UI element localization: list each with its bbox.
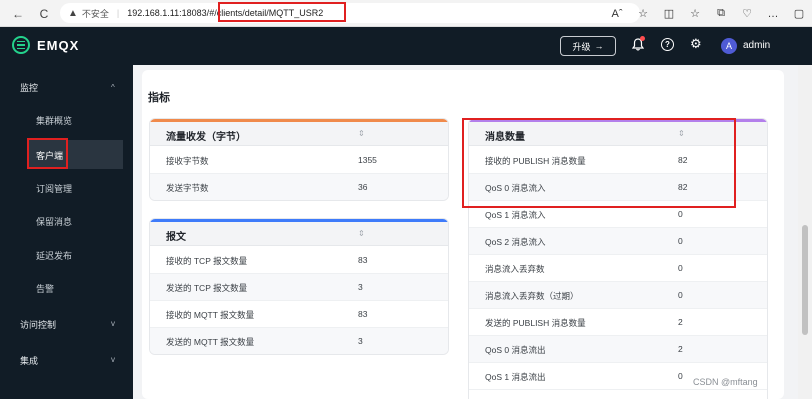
metric-name: QoS 1 消息流出 <box>485 372 546 382</box>
gear-icon[interactable]: ⚙ <box>690 36 702 52</box>
chevron-down-icon[interactable]: v <box>111 319 115 328</box>
metric-name: 发送的 PUBLISH 消息数量 <box>485 318 586 328</box>
table-row: QoS 0 消息流出 2 <box>469 336 767 363</box>
url-host: 192.168.1.11:18083/ <box>127 8 210 18</box>
read-aloud-icon[interactable]: Aˆ <box>604 8 630 20</box>
sidebar-item-subscriptions[interactable]: 订阅管理 <box>0 178 133 198</box>
notification-dot <box>640 36 645 41</box>
upgrade-button[interactable]: 升级 → <box>560 36 616 56</box>
sidebar-item-cluster-overview[interactable]: 集群概览 <box>0 110 133 130</box>
refresh-button[interactable]: C <box>34 4 54 24</box>
table-row: 接收的 MQTT 报文数量 83 <box>150 301 448 328</box>
table-row: 发送字节数 36 <box>150 174 448 200</box>
table-row: 接收的 TCP 报文数量 83 <box>150 247 448 274</box>
metric-value: 2 <box>678 344 683 354</box>
panel-title: 流量收发（字节） <box>166 132 246 143</box>
address-bar[interactable]: ▲ 不安全 | 192.168.1.11:18083/ #/clients/de… <box>60 3 640 23</box>
warning-icon: ▲ <box>68 7 78 19</box>
upgrade-label: 升级 <box>572 41 591 52</box>
metric-value: 83 <box>358 309 368 319</box>
metric-name: 发送字节数 <box>166 183 209 193</box>
metric-value: 3 <box>358 282 363 292</box>
metric-value: 0 <box>678 290 683 300</box>
split-view-icon[interactable]: ◫ <box>656 7 682 20</box>
sidebar-group-integration[interactable]: 集成 <box>20 354 38 367</box>
table-row: 发送的 PUBLISH 消息数量 2 <box>469 309 767 336</box>
favorites-list-icon[interactable]: ☆ <box>682 7 708 20</box>
metric-name: 发送的 TCP 报文数量 <box>166 283 248 293</box>
sidebar-item-alarms[interactable]: 告警 <box>0 278 133 298</box>
metric-value: 0 <box>678 236 683 246</box>
user-name[interactable]: admin <box>743 40 770 51</box>
metric-name: QoS 1 消息流入 <box>485 210 546 220</box>
arrow-right-icon: → <box>594 41 604 51</box>
back-button[interactable]: ← <box>8 4 28 24</box>
logo[interactable]: EMQX <box>12 36 79 54</box>
sidebar-group-access-control[interactable]: 访问控制 <box>20 318 56 331</box>
sort-icon[interactable]: ⇕ <box>358 229 365 238</box>
messages-highlight-box <box>462 118 736 208</box>
help-icon[interactable]: ? <box>661 38 674 51</box>
sidebar-item-retained[interactable]: 保留消息 <box>0 211 133 231</box>
sort-icon[interactable]: ⇕ <box>358 129 365 138</box>
scrollbar-thumb[interactable] <box>802 225 808 335</box>
not-secure-label: 不安全 <box>81 8 109 19</box>
browser-toolbar: ← C ▲ 不安全 | 192.168.1.11:18083/ #/client… <box>0 0 812 27</box>
table-row: 发送的 MQTT 报文数量 3 <box>150 328 448 354</box>
table-row: QoS 2 消息流入 0 <box>469 228 767 255</box>
metric-name: 发送的 MQTT 报文数量 <box>166 337 255 347</box>
sidebar-item-delayed-publish[interactable]: 延迟发布 <box>0 245 133 265</box>
metric-value: 36 <box>358 182 368 192</box>
panel-title: 报文 <box>166 232 186 243</box>
panel-header: 流量收发（字节） ⇕ <box>150 122 448 146</box>
table-row: 接收字节数 1355 <box>150 147 448 174</box>
packets-panel: 报文 ⇕ 接收的 TCP 报文数量 83 发送的 TCP 报文数量 3 接收的 … <box>149 218 449 355</box>
table-row: 发送的 TCP 报文数量 3 <box>150 274 448 301</box>
favorite-icon[interactable]: ☆ <box>630 7 656 20</box>
metric-value: 2 <box>678 317 683 327</box>
watermark: CSDN @mftang <box>693 377 758 387</box>
metric-name: 消息流入丢弃数 <box>485 264 545 274</box>
metric-name: 接收字节数 <box>166 156 209 166</box>
metric-name: 消息流入丢弃数（过期） <box>485 291 579 301</box>
chevron-down-icon[interactable]: v <box>111 355 115 364</box>
panel-header: 报文 ⇕ <box>150 222 448 246</box>
metric-name: QoS 2 消息流入 <box>485 237 546 247</box>
metric-value: 1355 <box>358 155 377 165</box>
table-row: 消息流入丢弃数（过期） 0 <box>469 282 767 309</box>
avatar[interactable]: A <box>721 38 737 54</box>
metric-value: 0 <box>678 371 683 381</box>
table-row: 消息流入丢弃数 0 <box>469 255 767 282</box>
url-highlight-box <box>218 2 346 22</box>
emqx-logo-icon <box>12 36 30 54</box>
metric-name: QoS 0 消息流出 <box>485 345 546 355</box>
browser-actions: Aˆ ☆ ◫ ☆ ⧉ ♡ … ▢ <box>604 0 812 27</box>
section-title: 指标 <box>148 92 170 104</box>
metric-name: 接收的 TCP 报文数量 <box>166 256 248 266</box>
metric-value: 83 <box>358 255 368 265</box>
logo-text: EMQX <box>37 37 80 53</box>
extensions-icon[interactable]: ♡ <box>734 7 760 20</box>
more-icon[interactable]: … <box>760 8 786 20</box>
sidebar-toggle-icon[interactable]: ▢ <box>786 7 812 20</box>
metric-name: 接收的 MQTT 报文数量 <box>166 310 255 320</box>
collections-icon[interactable]: ⧉ <box>708 7 734 20</box>
clients-highlight-box <box>27 138 68 169</box>
metric-value: 0 <box>678 263 683 273</box>
sidebar-group-monitor[interactable]: 监控 <box>20 81 38 94</box>
metric-value: 3 <box>358 336 363 346</box>
address-separator: | <box>116 8 120 18</box>
traffic-panel: 流量收发（字节） ⇕ 接收字节数 1355 发送字节数 36 <box>149 118 449 201</box>
chevron-up-icon[interactable]: ^ <box>111 83 115 92</box>
metric-value: 0 <box>678 209 683 219</box>
app-header: EMQX 升级 → ? ⚙ A admin <box>0 27 812 65</box>
